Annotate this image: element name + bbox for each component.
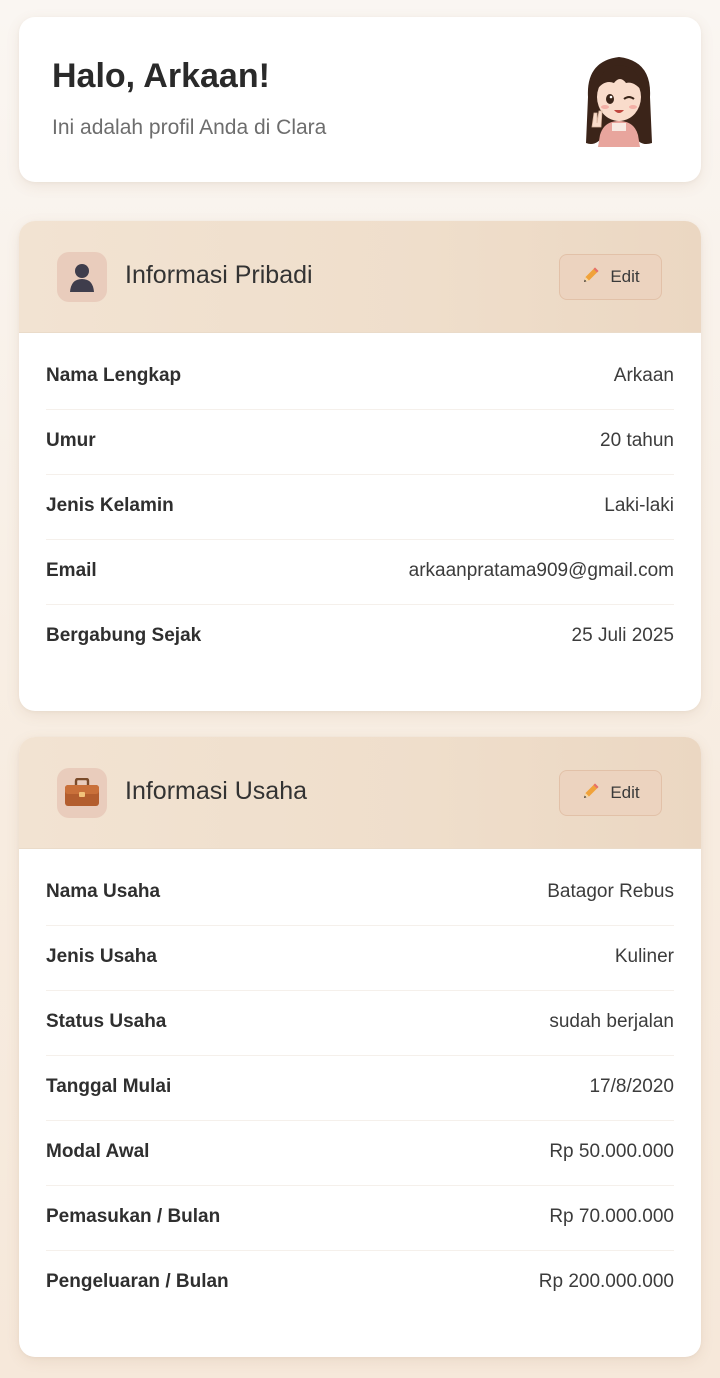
- anime-girl-avatar-icon: [579, 53, 659, 153]
- list-item: Email arkaanpratama909@gmail.com: [46, 540, 674, 605]
- row-label: Nama Lengkap: [46, 365, 182, 386]
- personal-edit-button[interactable]: Edit: [559, 254, 662, 300]
- row-value: Kuliner: [614, 946, 674, 967]
- briefcase-icon: [57, 768, 107, 818]
- profile-page: Halo, Arkaan! Ini adalah profil Anda di …: [0, 0, 720, 1378]
- list-item: Jenis Kelamin Laki-laki: [46, 475, 674, 540]
- row-label: Modal Awal: [46, 1141, 150, 1162]
- business-info-title: Informasi Usaha: [125, 777, 308, 805]
- row-label: Tanggal Mulai: [46, 1076, 172, 1097]
- avatar: [574, 47, 664, 157]
- greeting-title: Halo, Arkaan!: [52, 57, 270, 95]
- personal-info-card: Informasi Pribadi Edit Nama Lengkap Arka…: [19, 221, 701, 711]
- list-item: Pengeluaran / Bulan Rp 200.000.000: [46, 1251, 674, 1316]
- business-edit-label: Edit: [610, 783, 640, 802]
- row-value: Laki-laki: [604, 495, 674, 516]
- business-info-card: Informasi Usaha Edit Nama Usaha Batagor …: [19, 737, 701, 1357]
- row-label: Pemasukan / Bulan: [46, 1206, 221, 1227]
- row-label: Jenis Usaha: [46, 946, 157, 967]
- list-item: Tanggal Mulai 17/8/2020: [46, 1056, 674, 1121]
- greeting-subtitle: Ini adalah profil Anda di Clara: [52, 116, 327, 139]
- row-value: Rp 50.000.000: [549, 1141, 674, 1162]
- row-value: Arkaan: [613, 365, 674, 386]
- list-item: Nama Lengkap Arkaan: [46, 345, 674, 410]
- row-value: 20 tahun: [600, 430, 674, 451]
- row-value: Rp 70.000.000: [549, 1206, 674, 1227]
- list-item: Modal Awal Rp 50.000.000: [46, 1121, 674, 1186]
- list-item: Status Usaha sudah berjalan: [46, 991, 674, 1056]
- row-label: Status Usaha: [46, 1011, 167, 1032]
- row-value: 17/8/2020: [589, 1076, 674, 1097]
- personal-info-list: Nama Lengkap Arkaan Umur 20 tahun Jenis …: [46, 333, 674, 670]
- row-value: sudah berjalan: [549, 1011, 674, 1032]
- personal-info-title: Informasi Pribadi: [125, 261, 313, 289]
- row-value: 25 Juli 2025: [571, 625, 674, 646]
- row-label: Nama Usaha: [46, 881, 161, 902]
- row-value: arkaanpratama909@gmail.com: [408, 560, 674, 581]
- row-label: Bergabung Sejak: [46, 625, 202, 646]
- greeting-card: Halo, Arkaan! Ini adalah profil Anda di …: [19, 17, 701, 182]
- pencil-icon: [581, 265, 601, 290]
- list-item: Bergabung Sejak 25 Juli 2025: [46, 605, 674, 670]
- person-silhouette-icon: [57, 252, 107, 302]
- list-item: Nama Usaha Batagor Rebus: [46, 861, 674, 926]
- list-item: Jenis Usaha Kuliner: [46, 926, 674, 991]
- row-label: Umur: [46, 430, 96, 451]
- personal-info-header: Informasi Pribadi Edit: [19, 221, 701, 333]
- list-item: Pemasukan / Bulan Rp 70.000.000: [46, 1186, 674, 1251]
- row-label: Email: [46, 560, 97, 581]
- business-edit-button[interactable]: Edit: [559, 770, 662, 816]
- list-item: Umur 20 tahun: [46, 410, 674, 475]
- row-value: Batagor Rebus: [547, 881, 674, 902]
- business-info-header: Informasi Usaha Edit: [19, 737, 701, 849]
- pencil-icon: [581, 781, 601, 806]
- business-info-list: Nama Usaha Batagor Rebus Jenis Usaha Kul…: [46, 849, 674, 1316]
- personal-edit-label: Edit: [610, 267, 640, 286]
- row-label: Pengeluaran / Bulan: [46, 1271, 229, 1292]
- row-label: Jenis Kelamin: [46, 495, 174, 516]
- row-value: Rp 200.000.000: [538, 1271, 674, 1292]
